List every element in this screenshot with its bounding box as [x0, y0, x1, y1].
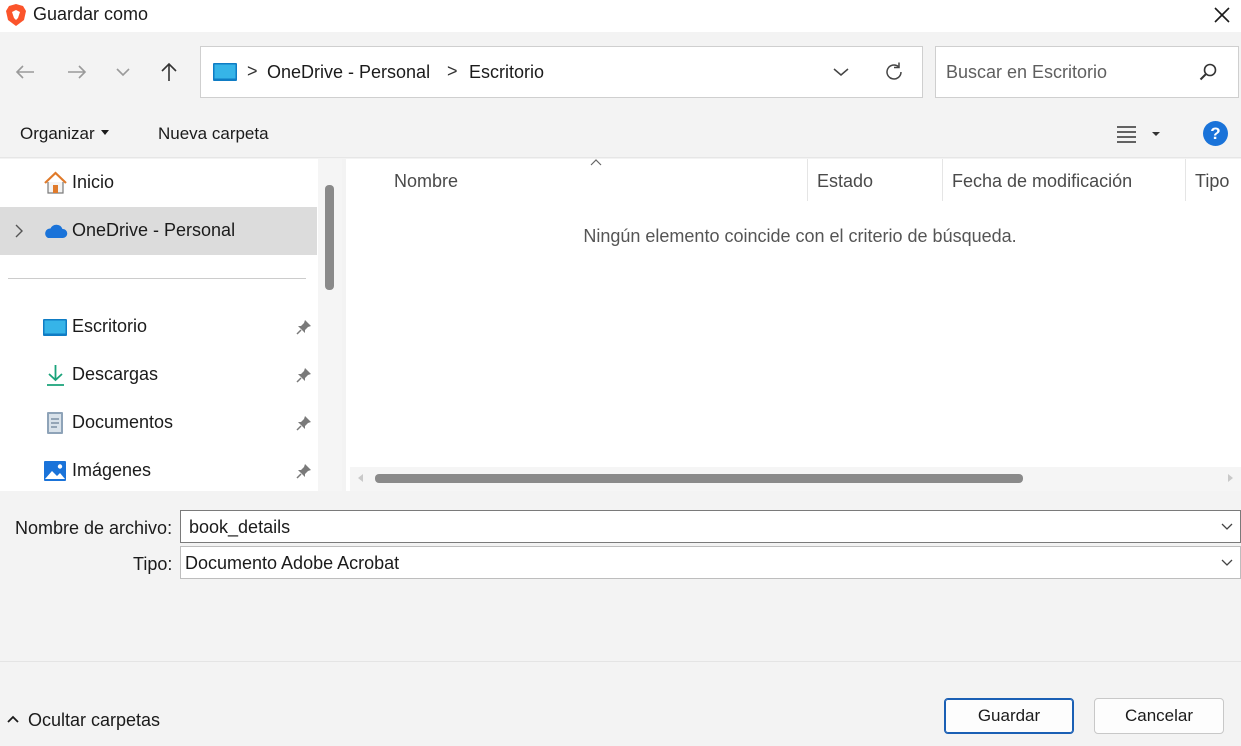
- column-header-label: Estado: [817, 171, 874, 191]
- chevron-right-icon[interactable]: [12, 222, 26, 240]
- close-icon[interactable]: [1209, 2, 1235, 28]
- sidebar-item-label: Imágenes: [72, 460, 152, 480]
- filename-field[interactable]: book_details: [180, 510, 1241, 543]
- filename-label: Nombre de archivo:: [15, 518, 173, 538]
- dialog-footer: Ocultar carpetas Guardar Cancelar: [0, 661, 1241, 746]
- hide-folders-button[interactable]: Ocultar carpetas: [6, 710, 160, 731]
- scrollbar-thumb[interactable]: [325, 185, 334, 290]
- sidebar-item-escritorio[interactable]: Escritorio: [0, 303, 317, 351]
- up-arrow-icon[interactable]: [155, 58, 183, 86]
- column-header-label: Nombre: [394, 171, 459, 191]
- search-input[interactable]: [946, 60, 1186, 84]
- column-header-label: Fecha de modificación: [952, 171, 1133, 191]
- cancel-button[interactable]: Cancelar: [1094, 698, 1224, 734]
- sidebar-scrollbar[interactable]: [318, 159, 342, 491]
- navigation-bar: > OneDrive - Personal > Escritorio: [0, 32, 1241, 110]
- breadcrumb-escritorio[interactable]: Escritorio: [469, 62, 544, 83]
- recent-locations-chevron-icon[interactable]: [109, 58, 137, 86]
- type-label: Tipo:: [133, 554, 173, 574]
- window-title: Guardar como: [33, 4, 149, 24]
- save-form: Nombre de archivo: book_details Tipo: Do…: [0, 491, 1241, 661]
- forward-arrow-icon[interactable]: [63, 58, 91, 86]
- sidebar-item-documentos[interactable]: Documentos: [0, 399, 317, 447]
- brave-logo-icon: [6, 4, 26, 26]
- navigation-pane: Inicio OneDrive - Personal Escritorio De…: [0, 159, 342, 491]
- refresh-icon[interactable]: [881, 59, 907, 85]
- column-header-name[interactable]: Nombre: [346, 159, 808, 201]
- empty-state-message: Ningún elemento coincide con el criterio…: [583, 226, 1017, 246]
- pin-icon: [296, 320, 311, 335]
- sidebar-item-label: Inicio: [72, 172, 115, 192]
- column-header-label: Tipo: [1195, 171, 1230, 191]
- command-toolbar: Organizar Nueva carpeta ?: [0, 110, 1241, 158]
- hide-folders-label: Ocultar carpetas: [28, 710, 161, 730]
- scroll-right-icon[interactable]: [1228, 474, 1233, 482]
- sidebar-item-imagenes[interactable]: Imágenes: [0, 447, 317, 491]
- back-arrow-icon[interactable]: [11, 58, 39, 86]
- sidebar-item-label: Descargas: [72, 364, 159, 384]
- pin-icon: [296, 464, 311, 479]
- file-type-select[interactable]: Documento Adobe Acrobat: [180, 546, 1241, 579]
- image-icon: [44, 461, 66, 481]
- search-box[interactable]: [935, 46, 1239, 98]
- sidebar-item-label: OneDrive - Personal: [72, 220, 236, 240]
- caret-down-icon: [100, 130, 109, 136]
- address-bar[interactable]: > OneDrive - Personal > Escritorio: [200, 46, 923, 98]
- sidebar-item-label: Escritorio: [72, 316, 148, 336]
- chevron-up-icon: [7, 715, 19, 723]
- download-icon: [47, 365, 64, 386]
- list-view-icon: [1117, 126, 1160, 143]
- desktop-folder-icon: [43, 319, 67, 336]
- breadcrumb-separator: >: [447, 61, 458, 81]
- document-icon: [47, 412, 63, 434]
- title-bar: Guardar como: [0, 0, 1241, 32]
- address-history-chevron-icon[interactable]: [828, 59, 854, 85]
- home-icon: [44, 171, 67, 194]
- desktop-folder-icon: [213, 63, 237, 81]
- horizontal-scrollbar[interactable]: [350, 467, 1241, 491]
- organize-menu-button[interactable]: Organizar: [20, 124, 109, 144]
- save-button[interactable]: Guardar: [944, 698, 1074, 734]
- view-options-button[interactable]: [1114, 122, 1166, 146]
- new-folder-button[interactable]: Nueva carpeta: [158, 124, 269, 144]
- scroll-left-icon[interactable]: [358, 474, 363, 482]
- sidebar-divider: [8, 278, 306, 279]
- cloud-icon: [45, 224, 68, 238]
- chevron-down-icon[interactable]: [1220, 557, 1234, 569]
- pin-icon: [296, 368, 311, 383]
- search-icon[interactable]: [1198, 62, 1218, 82]
- breadcrumb-onedrive[interactable]: OneDrive - Personal: [267, 62, 430, 83]
- organize-label: Organizar: [20, 124, 95, 143]
- pin-icon: [296, 416, 311, 431]
- sidebar-item-label: Documentos: [72, 412, 174, 432]
- column-header-type[interactable]: Tipo: [1186, 159, 1241, 201]
- column-header-status[interactable]: Estado: [808, 159, 942, 201]
- filename-value[interactable]: book_details: [189, 517, 290, 538]
- sidebar-item-inicio[interactable]: Inicio: [0, 159, 317, 207]
- sidebar-item-onedrive[interactable]: OneDrive - Personal: [0, 207, 317, 255]
- column-header-modified[interactable]: Fecha de modificación: [943, 159, 1185, 201]
- sidebar-item-descargas[interactable]: Descargas: [0, 351, 317, 399]
- breadcrumb-separator: >: [247, 61, 258, 81]
- file-type-value: Documento Adobe Acrobat: [185, 553, 400, 573]
- help-icon[interactable]: ?: [1203, 121, 1228, 146]
- scrollbar-thumb[interactable]: [375, 474, 1023, 483]
- file-list-pane: Nombre Estado Fecha de modificación Tipo…: [346, 159, 1241, 491]
- chevron-down-icon[interactable]: [1220, 521, 1234, 533]
